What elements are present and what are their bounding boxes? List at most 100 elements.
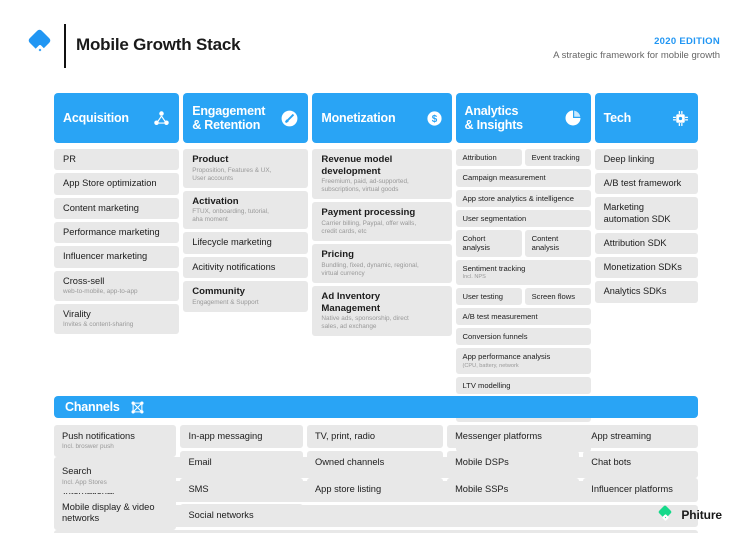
tech-items: Deep linking A/B test framework Marketin… [594,149,698,303]
item-title: Virality [63,308,91,319]
edition-label: 2020 EDITION [654,36,720,47]
column-header-monetization[interactable]: Monetization $ [312,93,452,143]
list-item[interactable]: Community Engagement & Support [183,281,309,312]
list-item[interactable]: Cohort analysis [455,230,522,257]
column-label-line1: Analytics [464,104,519,118]
list-item[interactable]: Mobile SSPs [447,477,580,501]
list-item[interactable]: Marketing automation SDK [594,197,698,230]
monetization-items: Revenue model development Freemium, paid, … [312,149,452,337]
list-item[interactable]: Attribution SDK [594,232,698,255]
list-item[interactable]: Performance marketing [54,221,180,244]
item-title: Deep linking [603,154,655,164]
list-item[interactable]: Chat bots [583,451,698,475]
item-title: LTV modelling [462,380,511,390]
item-title: Cross-sell [63,275,105,286]
column-header-acquisition[interactable]: Acquisition [54,93,180,143]
list-item[interactable]: Conversion funnels [455,328,591,346]
list-item[interactable]: Influencer platforms [583,477,698,501]
list-item[interactable]: LTV modelling [455,376,591,394]
list-item[interactable]: Product Proposition, Features & UX, User a… [183,149,309,188]
list-item[interactable]: App store listing [306,477,444,501]
list-item[interactable]: User testing [455,287,522,305]
list-item[interactable]: Email [180,451,303,475]
item-title: In-app messaging [188,431,263,441]
list-item[interactable]: TV, print, radio [306,425,444,449]
pie-chart-icon [564,109,582,127]
item-title: Influencer marketing [63,251,148,262]
page-title: Mobile Growth Stack [76,35,241,54]
column-acquisition: Acquisition PR App Store optimization Co… [54,93,180,337]
column-header-engagement-retention[interactable]: Engagement & Retention [183,93,309,143]
list-item[interactable]: App performance analysis (CPU, battery, n… [455,348,591,374]
list-item[interactable]: Virality Invites & content-sharing [54,303,180,335]
item-subtitle: FTUX, onboarding, tutorial, aha moment [192,208,269,224]
header: Mobile Growth Stack 2020 EDITION A strat… [0,0,750,84]
item-title: Acitivity notifications [192,261,276,272]
list-item[interactable]: Event tracking [524,149,591,167]
list-item[interactable]: Deep linking [594,149,698,171]
list-item[interactable]: App streaming [583,425,698,449]
item-title: Search [62,466,92,477]
list-item[interactable]: Monetization SDKs [594,257,698,279]
list-item[interactable]: Content marketing [54,197,180,219]
item-subtitle: Incl. broswer push [62,443,114,451]
channels-group-1: Push notifications Incl. broswer push Sea… [54,425,177,533]
column-header-tech[interactable]: Tech [594,93,698,143]
footer-brand: Phiture [658,504,722,523]
item-subtitle: (CPU, battery, network [462,362,519,369]
list-item[interactable]: Revenue model development Freemium, paid, … [312,149,452,200]
list-item[interactable]: A/B test measurement [455,307,591,326]
list-item[interactable]: Owned channels [306,451,444,475]
list-item[interactable]: Ad Inventory Management Native ads, sponso… [312,285,452,337]
list-item[interactable]: Payment processing Carrier billing, Paypa… [312,202,452,242]
list-item[interactable]: Search Incl. App Stores [54,460,177,493]
column-label: Monetization [321,111,396,125]
list-item[interactable]: Pricing Bundling, fixed, dynamic, regiona… [312,244,452,283]
item-title: TV, print, radio [314,431,376,441]
column-label-line1: Engagement [192,104,266,118]
list-item[interactable]: Mobile display & video networks [54,495,177,531]
item-title: Performance marketing [63,226,160,237]
list-item[interactable]: PR [54,149,180,171]
item-subtitle: Proposition, Features & UX, User accounts [192,166,272,182]
item-subtitle: Incl. App Stores [62,478,107,486]
list-item[interactable]: Analytics SDKs [594,281,698,303]
list-item[interactable]: Screen flows [524,287,591,305]
item-title: Mobile DSPs [455,457,509,468]
list-item[interactable]: Messenger platforms [447,425,580,449]
channels-label: Channels [65,400,120,414]
list-item[interactable]: Social networks [180,503,303,528]
item-title: App Store optimization [63,178,157,189]
item-title: Monetization SDKs [603,262,682,273]
list-item[interactable]: SMS [180,477,303,501]
list-item[interactable]: Activation FTUX, onboarding, tutorial, aha… [183,190,309,230]
item-subtitle: Incl. NPS [462,273,486,280]
column-header-analytics-insights[interactable]: Analytics & Insights [455,93,591,143]
channels-header[interactable]: Channels [54,396,698,418]
item-title: Mobile SSPs [455,483,509,494]
list-item[interactable]: Cross-sell web-to-mobile, app-to-app [54,270,180,301]
list-item[interactable]: User segmentation [455,209,591,227]
item-title: Mobile display & video networks [62,501,155,523]
list-item[interactable]: App store analytics & intelligence [455,189,591,207]
list-item[interactable]: In-app messaging [180,425,303,449]
list-item[interactable]: A/B test framework [594,173,698,195]
list-item[interactable]: Influencer marketing [54,246,180,268]
list-item[interactable]: Lifecycle marketing [183,232,309,254]
list-item[interactable]: Attribution [455,149,522,167]
list-item[interactable]: Sentiment tracking Incl. NPS [455,259,591,285]
item-title: Chat bots [591,457,632,468]
list-item[interactable]: Acitivity notifications [183,256,309,279]
list-item[interactable]: Mobile DSPs [447,451,580,475]
acquisition-items: PR App Store optimization Content market… [54,149,180,335]
item-title: Influencer platforms [591,483,673,494]
item-title: Email [188,457,212,468]
list-item[interactable]: Content analysis [524,230,591,257]
cpu-chip-icon [672,110,689,127]
list-item[interactable]: App Store optimization [54,173,180,195]
list-item[interactable]: Campaign measurement [455,169,591,187]
rocket-icon [280,109,299,128]
list-item[interactable]: Push notifications Incl. broswer push [54,425,177,458]
item-title: User segmentation [462,213,527,223]
phiture-diamond-icon [27,28,58,62]
